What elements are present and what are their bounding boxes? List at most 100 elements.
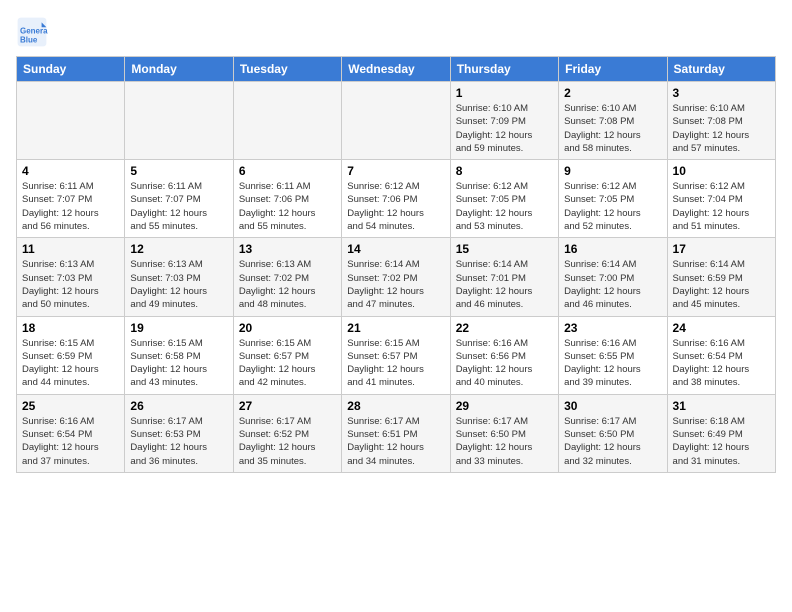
day-info: Sunrise: 6:13 AM Sunset: 7:02 PM Dayligh… bbox=[239, 258, 336, 311]
calendar-cell: 30 Sunrise: 6:17 AM Sunset: 6:50 PM Dayli… bbox=[559, 394, 667, 472]
calendar-cell: 23Sunrise: 6:16 AM Sunset: 6:55 PM Dayli… bbox=[559, 316, 667, 394]
day-info: Sunrise: 6:17 AM Sunset: 6:51 PM Dayligh… bbox=[347, 415, 444, 468]
calendar-cell: 7 Sunrise: 6:12 AM Sunset: 7:06 PM Daylig… bbox=[342, 160, 450, 238]
day-number: 9 bbox=[564, 164, 661, 178]
logo-icon: General Blue bbox=[16, 16, 48, 48]
header-saturday: Saturday bbox=[667, 57, 775, 82]
day-number: 7 bbox=[347, 164, 444, 178]
day-info: Sunrise: 6:15 AM Sunset: 6:57 PM Dayligh… bbox=[239, 337, 336, 390]
day-number: 1 bbox=[456, 86, 553, 100]
day-number: 2 bbox=[564, 86, 661, 100]
day-info: Sunrise: 6:15 AM Sunset: 6:58 PM Dayligh… bbox=[130, 337, 227, 390]
header-friday: Friday bbox=[559, 57, 667, 82]
calendar-week-row: 4 Sunrise: 6:11 AM Sunset: 7:07 PM Daylig… bbox=[17, 160, 776, 238]
calendar-cell bbox=[125, 82, 233, 160]
day-info: Sunrise: 6:17 AM Sunset: 6:52 PM Dayligh… bbox=[239, 415, 336, 468]
day-info: Sunrise: 6:17 AM Sunset: 6:50 PM Dayligh… bbox=[564, 415, 661, 468]
calendar-cell: 9 Sunrise: 6:12 AM Sunset: 7:05 PM Daylig… bbox=[559, 160, 667, 238]
day-number: 8 bbox=[456, 164, 553, 178]
day-number: 12 bbox=[130, 242, 227, 256]
day-info: Sunrise: 6:16 AM Sunset: 6:54 PM Dayligh… bbox=[22, 415, 119, 468]
day-number: 28 bbox=[347, 399, 444, 413]
calendar-table: SundayMondayTuesdayWednesdayThursdayFrid… bbox=[16, 56, 776, 473]
calendar-cell: 25 Sunrise: 6:16 AM Sunset: 6:54 PM Dayli… bbox=[17, 394, 125, 472]
calendar-cell bbox=[17, 82, 125, 160]
calendar-cell: 18Sunrise: 6:15 AM Sunset: 6:59 PM Dayli… bbox=[17, 316, 125, 394]
logo: General Blue bbox=[16, 16, 52, 48]
day-info: Sunrise: 6:12 AM Sunset: 7:06 PM Dayligh… bbox=[347, 180, 444, 233]
calendar-cell: 22 Sunrise: 6:16 AM Sunset: 6:56 PM Dayli… bbox=[450, 316, 558, 394]
calendar-cell: 3Sunrise: 6:10 AM Sunset: 7:08 PM Daylig… bbox=[667, 82, 775, 160]
day-number: 11 bbox=[22, 242, 119, 256]
calendar-cell: 27 Sunrise: 6:17 AM Sunset: 6:52 PM Dayli… bbox=[233, 394, 341, 472]
day-info: Sunrise: 6:14 AM Sunset: 6:59 PM Dayligh… bbox=[673, 258, 770, 311]
day-number: 25 bbox=[22, 399, 119, 413]
day-number: 31 bbox=[673, 399, 770, 413]
day-info: Sunrise: 6:14 AM Sunset: 7:01 PM Dayligh… bbox=[456, 258, 553, 311]
calendar-cell: 26 Sunrise: 6:17 AM Sunset: 6:53 PM Dayli… bbox=[125, 394, 233, 472]
day-number: 4 bbox=[22, 164, 119, 178]
header-tuesday: Tuesday bbox=[233, 57, 341, 82]
day-number: 15 bbox=[456, 242, 553, 256]
calendar-header-row: SundayMondayTuesdayWednesdayThursdayFrid… bbox=[17, 57, 776, 82]
day-info: Sunrise: 6:17 AM Sunset: 6:53 PM Dayligh… bbox=[130, 415, 227, 468]
header-monday: Monday bbox=[125, 57, 233, 82]
calendar-cell: 16 Sunrise: 6:14 AM Sunset: 7:00 PM Dayli… bbox=[559, 238, 667, 316]
day-info: Sunrise: 6:11 AM Sunset: 7:07 PM Dayligh… bbox=[130, 180, 227, 233]
day-number: 21 bbox=[347, 321, 444, 335]
day-number: 18 bbox=[22, 321, 119, 335]
day-number: 27 bbox=[239, 399, 336, 413]
calendar-cell: 28 Sunrise: 6:17 AM Sunset: 6:51 PM Dayli… bbox=[342, 394, 450, 472]
day-info: Sunrise: 6:17 AM Sunset: 6:50 PM Dayligh… bbox=[456, 415, 553, 468]
svg-text:Blue: Blue bbox=[20, 35, 38, 44]
day-info: Sunrise: 6:16 AM Sunset: 6:54 PM Dayligh… bbox=[673, 337, 770, 390]
calendar-cell: 15 Sunrise: 6:14 AM Sunset: 7:01 PM Dayli… bbox=[450, 238, 558, 316]
calendar-cell: 14 Sunrise: 6:14 AM Sunset: 7:02 PM Dayli… bbox=[342, 238, 450, 316]
calendar-cell: 12 Sunrise: 6:13 AM Sunset: 7:03 PM Dayli… bbox=[125, 238, 233, 316]
calendar-cell: 13Sunrise: 6:13 AM Sunset: 7:02 PM Dayli… bbox=[233, 238, 341, 316]
header-thursday: Thursday bbox=[450, 57, 558, 82]
calendar-cell: 4 Sunrise: 6:11 AM Sunset: 7:07 PM Daylig… bbox=[17, 160, 125, 238]
calendar-cell: 5Sunrise: 6:11 AM Sunset: 7:07 PM Daylig… bbox=[125, 160, 233, 238]
day-info: Sunrise: 6:14 AM Sunset: 7:00 PM Dayligh… bbox=[564, 258, 661, 311]
day-number: 14 bbox=[347, 242, 444, 256]
calendar-cell: 31 Sunrise: 6:18 AM Sunset: 6:49 PM Dayli… bbox=[667, 394, 775, 472]
day-info: Sunrise: 6:12 AM Sunset: 7:05 PM Dayligh… bbox=[564, 180, 661, 233]
day-info: Sunrise: 6:13 AM Sunset: 7:03 PM Dayligh… bbox=[22, 258, 119, 311]
day-info: Sunrise: 6:14 AM Sunset: 7:02 PM Dayligh… bbox=[347, 258, 444, 311]
day-info: Sunrise: 6:16 AM Sunset: 6:56 PM Dayligh… bbox=[456, 337, 553, 390]
calendar-cell: 19 Sunrise: 6:15 AM Sunset: 6:58 PM Dayli… bbox=[125, 316, 233, 394]
day-number: 30 bbox=[564, 399, 661, 413]
day-info: Sunrise: 6:11 AM Sunset: 7:07 PM Dayligh… bbox=[22, 180, 119, 233]
calendar-cell: 17 Sunrise: 6:14 AM Sunset: 6:59 PM Dayli… bbox=[667, 238, 775, 316]
calendar-cell: 10Sunrise: 6:12 AM Sunset: 7:04 PM Dayli… bbox=[667, 160, 775, 238]
day-number: 16 bbox=[564, 242, 661, 256]
svg-text:General: General bbox=[20, 27, 48, 36]
day-info: Sunrise: 6:10 AM Sunset: 7:08 PM Dayligh… bbox=[564, 102, 661, 155]
day-info: Sunrise: 6:12 AM Sunset: 7:05 PM Dayligh… bbox=[456, 180, 553, 233]
calendar-cell: 8 Sunrise: 6:12 AM Sunset: 7:05 PM Daylig… bbox=[450, 160, 558, 238]
calendar-cell: 21 Sunrise: 6:15 AM Sunset: 6:57 PM Dayli… bbox=[342, 316, 450, 394]
day-info: Sunrise: 6:16 AM Sunset: 6:55 PM Dayligh… bbox=[564, 337, 661, 390]
calendar-week-row: 18Sunrise: 6:15 AM Sunset: 6:59 PM Dayli… bbox=[17, 316, 776, 394]
page-header: General Blue bbox=[16, 16, 776, 48]
day-number: 22 bbox=[456, 321, 553, 335]
calendar-cell: 29 Sunrise: 6:17 AM Sunset: 6:50 PM Dayli… bbox=[450, 394, 558, 472]
calendar-cell: 11 Sunrise: 6:13 AM Sunset: 7:03 PM Dayli… bbox=[17, 238, 125, 316]
day-number: 6 bbox=[239, 164, 336, 178]
calendar-week-row: 25 Sunrise: 6:16 AM Sunset: 6:54 PM Dayli… bbox=[17, 394, 776, 472]
day-number: 29 bbox=[456, 399, 553, 413]
day-number: 20 bbox=[239, 321, 336, 335]
day-number: 26 bbox=[130, 399, 227, 413]
day-info: Sunrise: 6:15 AM Sunset: 6:57 PM Dayligh… bbox=[347, 337, 444, 390]
calendar-cell bbox=[342, 82, 450, 160]
calendar-cell: 20 Sunrise: 6:15 AM Sunset: 6:57 PM Dayli… bbox=[233, 316, 341, 394]
calendar-week-row: 11 Sunrise: 6:13 AM Sunset: 7:03 PM Dayli… bbox=[17, 238, 776, 316]
calendar-week-row: 1Sunrise: 6:10 AM Sunset: 7:09 PM Daylig… bbox=[17, 82, 776, 160]
calendar-cell bbox=[233, 82, 341, 160]
day-number: 19 bbox=[130, 321, 227, 335]
day-info: Sunrise: 6:13 AM Sunset: 7:03 PM Dayligh… bbox=[130, 258, 227, 311]
day-info: Sunrise: 6:18 AM Sunset: 6:49 PM Dayligh… bbox=[673, 415, 770, 468]
day-number: 17 bbox=[673, 242, 770, 256]
day-number: 10 bbox=[673, 164, 770, 178]
